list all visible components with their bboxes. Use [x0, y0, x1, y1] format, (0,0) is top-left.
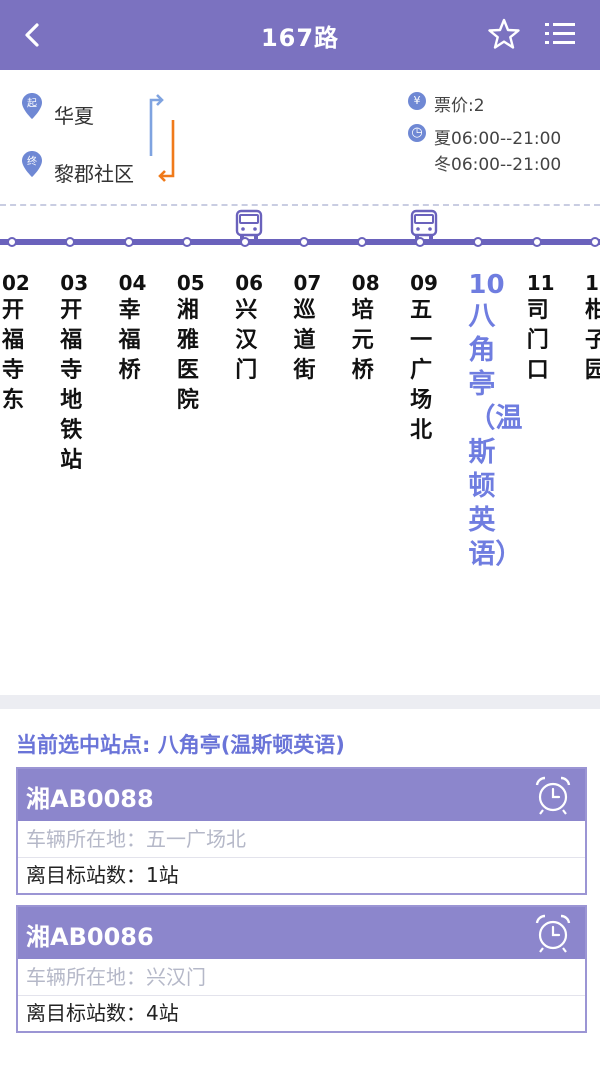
station-number: 06: [235, 271, 264, 295]
station-item[interactable]: 02 开福寺东: [2, 270, 42, 416]
station-name: 湘雅医院: [176, 298, 199, 413]
favorite-button[interactable]: [484, 14, 524, 54]
station-name: 开福寺东: [2, 298, 25, 413]
station-name: 司门口: [526, 298, 549, 383]
station-name: 开福寺地铁站: [60, 298, 83, 473]
menu-button[interactable]: [540, 14, 580, 54]
bus-distance: 离目标站数：4站: [26, 1001, 179, 1025]
route-diagram: 02 开福寺东 03 开福寺地铁站 04 幸福桥 05 湘雅医院 06 兴汉门 07 巡道街 08 培元桥…: [0, 200, 600, 695]
route-node: [298, 237, 309, 247]
bus-icon: [410, 209, 438, 239]
station-number: 07: [293, 271, 322, 295]
station-item[interactable]: 09 五一广场北: [410, 270, 450, 446]
end-pin-icon: 终: [22, 151, 42, 177]
start-stop: 华夏: [54, 104, 94, 128]
station-number: 10: [468, 270, 505, 300]
station-item[interactable]: 07 巡道街: [294, 270, 334, 386]
bus-plate: 湘AB0086: [26, 923, 154, 951]
route-node: [65, 237, 76, 247]
bus-plate: 湘AB0088: [26, 785, 154, 813]
bus-panel: 当前选中站点: 八角亭(温斯顿英语) 湘AB0088 车辆所在地：五一广场北 离…: [0, 709, 600, 1067]
station-number: 03: [60, 271, 89, 295]
bus-card[interactable]: 湘AB0086 车辆所在地：兴汉门 离目标站数：4站: [16, 905, 587, 1033]
bus-icon: [235, 209, 263, 239]
clock-icon: ◷: [408, 124, 426, 142]
route-info: 起 华夏 终 黎郡社区 ¥ 票价:2 ◷ 夏06:00--21:00 冬06:0…: [0, 70, 600, 200]
station-number: 05: [176, 271, 205, 295]
station-item[interactable]: 04 幸福桥: [119, 270, 159, 386]
bus-card-header: 湘AB0086: [18, 907, 585, 959]
start-badge: 起: [27, 98, 37, 110]
section-gap: [0, 695, 600, 709]
station-item[interactable]: 12 柑子园: [585, 270, 600, 386]
fare-text: 票价:2: [434, 96, 485, 116]
station-name: 巡道街: [293, 298, 316, 383]
route-node: [181, 237, 192, 247]
alarm-clock-icon[interactable]: [531, 911, 575, 955]
route-node: [590, 237, 600, 247]
bus-location: 车辆所在地：五一广场北: [26, 827, 246, 851]
route-node: [531, 237, 542, 247]
station-item[interactable]: 10 八角亭（温斯顿英语）: [468, 270, 523, 572]
station-item[interactable]: 05 湘雅医院: [177, 270, 217, 416]
station-item[interactable]: 06 兴汉门: [235, 270, 275, 386]
selected-station-label: 当前选中站点: 八角亭(温斯顿英语): [16, 733, 345, 757]
end-badge: 终: [27, 155, 37, 168]
station-name: 培元桥: [351, 298, 374, 383]
bus-distance: 离目标站数：1站: [26, 863, 179, 887]
station-name: 幸福桥: [118, 298, 141, 383]
bus-card-header: 湘AB0088: [18, 769, 585, 821]
star-outline-icon: [488, 18, 520, 49]
station-name: 兴汉门: [235, 298, 258, 383]
station-number: 11: [526, 271, 555, 295]
bus-location: 车辆所在地：兴汉门: [26, 965, 206, 989]
station-item[interactable]: 11 司门口: [527, 270, 567, 386]
route-node: [356, 237, 367, 247]
route-node: [7, 237, 17, 247]
station-number: 08: [351, 271, 380, 295]
app-header: 167路: [0, 0, 600, 70]
end-stop: 黎郡社区: [54, 162, 134, 186]
direction-swap-icon: [149, 94, 175, 182]
station-number: 09: [410, 271, 438, 295]
winter-hours: 冬06:00--21:00: [434, 155, 562, 175]
station-number: 04: [118, 271, 147, 295]
divider: [18, 995, 585, 996]
station-name: 八角亭（温斯顿英语）: [468, 301, 523, 570]
station-number: 12: [585, 271, 600, 295]
route-node: [473, 237, 484, 247]
list-menu-icon: [545, 23, 575, 44]
station-item[interactable]: 08 培元桥: [352, 270, 392, 386]
alarm-clock-icon[interactable]: [531, 773, 575, 817]
start-pin-icon: 起: [22, 93, 42, 119]
station-name: 五一广场北: [410, 298, 433, 443]
fare-icon: ¥: [408, 92, 426, 110]
station-name: 柑子园: [585, 298, 600, 383]
station-number: 02: [2, 271, 30, 295]
summer-hours: 夏06:00--21:00: [434, 129, 562, 149]
divider: [18, 857, 585, 858]
route-divider: [0, 204, 600, 206]
route-node: [123, 237, 134, 247]
bus-card[interactable]: 湘AB0088 车辆所在地：五一广场北 离目标站数：1站: [16, 767, 587, 895]
station-item[interactable]: 03 开福寺地铁站: [60, 270, 100, 476]
